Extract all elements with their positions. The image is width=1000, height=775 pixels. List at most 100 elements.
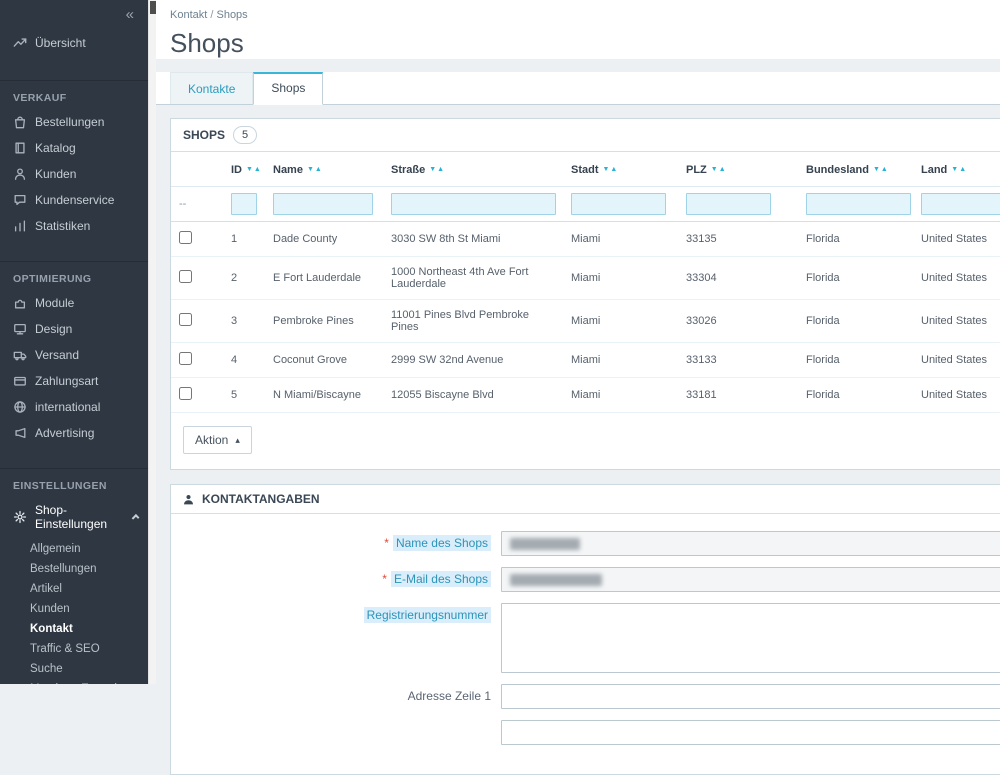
sidebar-item-label: international	[35, 400, 100, 414]
filter-plz-input[interactable]	[686, 193, 771, 215]
field-label: Registrierungsnummer	[171, 603, 501, 622]
table-header-row: IDName Straße StadtPLZBundeslandLand	[171, 152, 1000, 187]
sidebar-subitem-kunden[interactable]: Kunden	[0, 599, 148, 619]
city-cell: Miami	[563, 343, 678, 378]
sidebar-item-design[interactable]: Design	[0, 316, 148, 342]
checkbox-cell	[171, 222, 223, 257]
shops-table: IDNameStraßeStadtPLZBundeslandLand -- 1D…	[171, 152, 1000, 413]
column-header-plz[interactable]: PLZ	[678, 152, 798, 187]
city-cell: Miami	[563, 257, 678, 300]
redacted-value	[510, 538, 580, 550]
column-header-stadt[interactable]: Stadt	[563, 152, 678, 187]
sort-icons[interactable]	[869, 164, 889, 176]
breadcrumb-link-kontakt[interactable]: Kontakt	[170, 9, 207, 21]
sidebar-item-zahlungsart[interactable]: Zahlungsart	[0, 368, 148, 394]
city-cell: Miami	[563, 378, 678, 413]
shops-panel-header: SHOPS 5	[171, 119, 1000, 152]
filter-id-input[interactable]	[231, 193, 257, 215]
column-header-land[interactable]: Land	[913, 152, 1000, 187]
megaphone-icon	[13, 426, 27, 440]
table-row[interactable]: 2E Fort Lauderdale1000 Northeast 4th Ave…	[171, 257, 1000, 300]
sidebar-subitem-suche[interactable]: Suche	[0, 659, 148, 679]
sidebar-item-statistiken[interactable]: Statistiken	[0, 213, 148, 239]
sidebar-item-label: Zahlungsart	[35, 374, 98, 388]
state-cell: Florida	[798, 300, 913, 343]
filter-name-input[interactable]	[273, 193, 373, 215]
filter-land-input[interactable]	[921, 193, 1000, 215]
sort-icons[interactable]	[707, 164, 727, 176]
filter-stadt-input[interactable]	[571, 193, 666, 215]
row-checkbox[interactable]	[179, 231, 192, 244]
sidebar: Übersicht VERKAUFBestellungenKatalogKund…	[0, 0, 148, 684]
sidebar-item-label: Advertising	[35, 426, 94, 440]
collapse-sidebar-icon[interactable]	[126, 6, 134, 23]
address-line1-label: Adresse Zeile 1	[171, 684, 501, 703]
row-checkbox[interactable]	[179, 352, 192, 365]
address-line1-input[interactable]	[501, 684, 1000, 709]
field-label: *E-Mail des Shops	[171, 567, 501, 586]
sort-icons[interactable]	[303, 164, 323, 176]
sidebar-item-advertising[interactable]: Advertising	[0, 420, 148, 446]
sidebar-item-label: Shop-Einstellungen	[35, 503, 125, 531]
sort-icons[interactable]	[599, 164, 619, 176]
sidebar-item-label: Katalog	[35, 141, 76, 155]
column-header-id[interactable]: ID	[223, 152, 265, 187]
form-input-partial[interactable]	[501, 720, 1000, 745]
sort-icons[interactable]	[242, 164, 262, 176]
shops-count-badge: 5	[233, 126, 257, 144]
sidebar-header	[0, 0, 148, 30]
sidebar-item-kunden[interactable]: Kunden	[0, 161, 148, 187]
sidebar-item-katalog[interactable]: Katalog	[0, 135, 148, 161]
checkbox-cell	[171, 343, 223, 378]
sort-icons[interactable]	[947, 164, 967, 176]
column-header-strasse[interactable]: Straße	[383, 152, 563, 187]
registration-number-textarea[interactable]	[501, 603, 1000, 673]
tab-shops[interactable]: Shops	[253, 72, 323, 105]
row-checkbox[interactable]	[179, 270, 192, 283]
sidebar-item-shop-einstellungen[interactable]: Shop-Einstellungen	[0, 497, 148, 537]
sidebar-item-uebersicht[interactable]: Übersicht	[0, 30, 148, 56]
sidebar-item-kundenservice[interactable]: Kundenservice	[0, 187, 148, 213]
shop-name-input[interactable]	[501, 531, 1000, 556]
name-cell: E Fort Lauderdale	[265, 257, 383, 300]
sidebar-subitem-allgemein[interactable]: Allgemein	[0, 539, 148, 559]
table-row[interactable]: 1Dade County3030 SW 8th St MiamiMiami331…	[171, 222, 1000, 257]
sidebar-item-international[interactable]: international	[0, 394, 148, 420]
tab-kontakte[interactable]: Kontakte	[170, 72, 253, 104]
breadcrumb-current[interactable]: Shops	[216, 9, 247, 21]
sidebar-item-versand[interactable]: Versand	[0, 342, 148, 368]
state-cell: Florida	[798, 343, 913, 378]
sidebar-item-module[interactable]: Module	[0, 290, 148, 316]
sidebar-subitem-bestellungen[interactable]: Bestellungen	[0, 559, 148, 579]
truck-icon	[13, 348, 27, 362]
sidebar-subitem-traffic-seo[interactable]: Traffic & SEO	[0, 639, 148, 659]
puzzle-icon	[13, 296, 27, 310]
sidebar-subitem-kontakt[interactable]: Kontakt	[0, 619, 148, 639]
page-scrollbar[interactable]	[148, 0, 156, 684]
sidebar-item-bestellungen[interactable]: Bestellungen	[0, 109, 148, 135]
street-cell: 11001 Pines Blvd Pembroke Pines	[383, 300, 563, 343]
column-header-name[interactable]: Name	[265, 152, 383, 187]
aktion-button[interactable]: Aktion	[183, 426, 252, 454]
column-header-bundesland[interactable]: Bundesland	[798, 152, 913, 187]
table-row[interactable]: 3Pembroke Pines11001 Pines Blvd Pembroke…	[171, 300, 1000, 343]
column-header-label: Straße	[391, 164, 425, 176]
tab-bar: Kontakte Shops	[156, 72, 1000, 105]
table-row[interactable]: 5N Miami/Biscayne12055 Biscayne BlvdMiam…	[171, 378, 1000, 413]
filter-bundesland-input[interactable]	[806, 193, 911, 215]
row-checkbox[interactable]	[179, 313, 192, 326]
sidebar-submenu: AllgemeinBestellungenArtikelKundenKontak…	[0, 537, 148, 684]
table-row[interactable]: 4Coconut Grove2999 SW 32nd AvenueMiami33…	[171, 343, 1000, 378]
sort-icons[interactable]	[425, 164, 445, 176]
country-cell: United States	[913, 343, 1000, 378]
shop-email-input[interactable]	[501, 567, 1000, 592]
name-cell: N Miami/Biscayne	[265, 378, 383, 413]
id-cell: 3	[223, 300, 265, 343]
form-row-partial	[171, 720, 1000, 745]
row-checkbox[interactable]	[179, 387, 192, 400]
sidebar-section-title-verkauf: VERKAUF	[0, 80, 148, 109]
sidebar-subitem-merchant-expertise[interactable]: Merchant Expertise	[0, 679, 148, 684]
filter-strasse-input[interactable]	[391, 193, 556, 215]
zip-cell: 33135	[678, 222, 798, 257]
sidebar-subitem-artikel[interactable]: Artikel	[0, 579, 148, 599]
